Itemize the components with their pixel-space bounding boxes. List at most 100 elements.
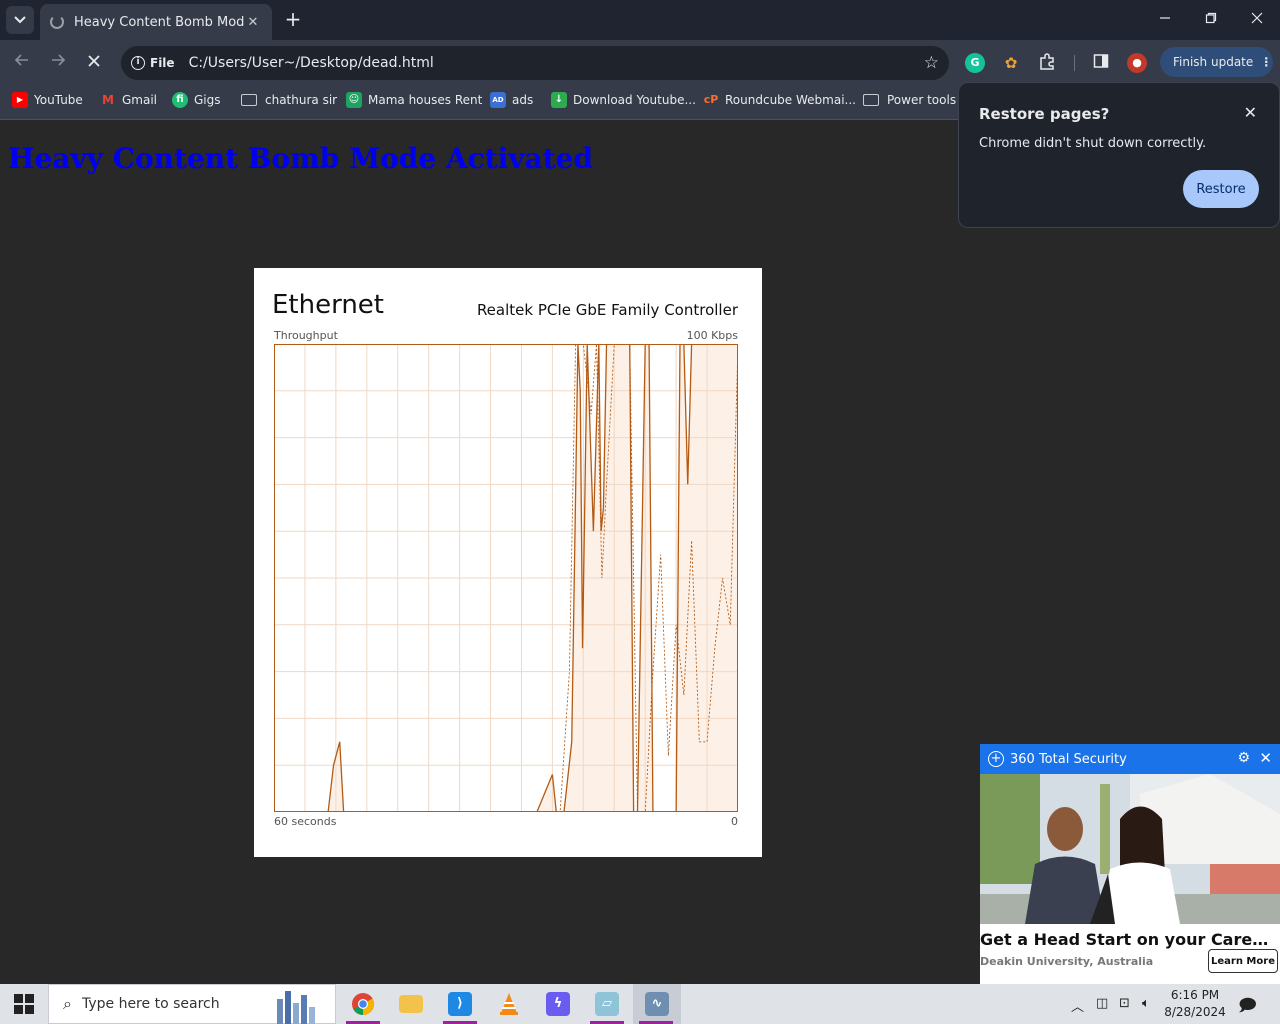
taskbar-app-gallery[interactable]: ▱ — [584, 984, 630, 1024]
info-icon: i — [131, 56, 145, 70]
close-icon[interactable]: ✕ — [1244, 103, 1257, 122]
back-button[interactable] — [10, 51, 34, 75]
learn-more-button[interactable]: Learn More — [1208, 949, 1278, 973]
kebab-menu-icon: ⋮ — [1260, 55, 1273, 69]
ad-photo — [980, 774, 1280, 924]
finish-update-label: Finish update — [1173, 55, 1254, 69]
meet-now-icon[interactable]: ◫ — [1096, 996, 1108, 1011]
search-icon: ⌕ — [63, 994, 72, 1013]
windows-taskbar: ⌕ Type here to search ⟩ ϟ ▱ ∿ ︿ ◫ ⊡ 🔈︎ 6… — [0, 984, 1280, 1024]
tab-title: Heavy Content Bomb Mode — [74, 14, 244, 30]
loading-spinner-icon — [50, 15, 64, 29]
bookmark-download-youtube[interactable]: ↓ Download Youtube... — [551, 86, 696, 114]
bookmark-gmail[interactable]: M Gmail — [100, 86, 157, 114]
chevron-up-icon[interactable]: ︿ — [1071, 996, 1084, 1015]
address-bar[interactable]: i File C:/Users/User~/Desktop/dead.html … — [121, 46, 949, 80]
bookmark-roundcube[interactable]: cP Roundcube Webmai... — [703, 86, 856, 114]
bookmark-folder-chathura[interactable]: chathura sir — [241, 86, 337, 114]
ethernet-title: Ethernet — [272, 290, 384, 320]
bookmark-gigs[interactable]: fi Gigs — [172, 86, 221, 114]
taskbar-file-explorer[interactable] — [388, 984, 434, 1024]
side-panel-icon — [1093, 54, 1109, 68]
url-scheme-label: File — [150, 56, 175, 70]
vlc-icon — [497, 992, 521, 1016]
bookmark-label: Roundcube Webmai... — [725, 93, 856, 107]
bookmark-mama-houses[interactable]: ☺ Mama houses Rent — [346, 86, 482, 114]
folder-icon — [399, 995, 423, 1013]
bookmark-star-icon[interactable]: ☆ — [924, 53, 939, 73]
skyline-icon — [277, 991, 315, 1024]
close-icon — [1251, 12, 1263, 24]
network-icon[interactable]: ⊡ — [1119, 996, 1130, 1011]
forward-button[interactable] — [46, 51, 70, 75]
windows-logo-icon — [14, 1005, 23, 1014]
max-scale-label: 100 Kbps — [686, 329, 738, 342]
task-manager-icon: ∿ — [645, 992, 669, 1016]
ad-headline[interactable]: Get a Head Start on your Career with... — [980, 930, 1280, 949]
plus-circle-icon: + — [988, 751, 1004, 767]
bookmark-label: Gigs — [194, 93, 221, 107]
windows-logo-icon — [25, 994, 34, 1003]
taskbar-vlc[interactable] — [486, 984, 532, 1024]
restore-pages-dialog: Restore pages? ✕ Chrome didn't shut down… — [958, 82, 1280, 228]
taskbar-chrome[interactable] — [340, 984, 386, 1024]
bookmark-label: ads — [512, 93, 534, 107]
browser-tab[interactable]: Heavy Content Bomb Mode ✕ — [40, 4, 272, 40]
finish-update-button[interactable]: Finish update ⋮ — [1160, 47, 1273, 77]
puzzle-icon[interactable] — [1037, 53, 1057, 73]
bookmark-label: Download Youtube... — [573, 93, 696, 107]
ad-popup: + 360 Total Security ⚙ ✕ Get a Head Star… — [980, 744, 1280, 984]
throughput-label: Throughput — [274, 329, 338, 342]
gear-icon[interactable]: ⚙ — [1237, 750, 1250, 766]
toolbar-divider — [1074, 55, 1075, 71]
restore-button[interactable]: Restore — [1183, 170, 1259, 208]
throughput-graph — [274, 344, 738, 812]
close-window-button[interactable] — [1242, 8, 1272, 32]
grammarly-icon[interactable]: G — [965, 53, 985, 73]
time-span-label: 60 seconds — [274, 815, 337, 828]
volume-icon[interactable]: 🔈︎ — [1142, 996, 1150, 1011]
taskbar-clock[interactable]: 6:16 PM 8/28/2024 — [1160, 987, 1230, 1021]
chevron-down-icon — [14, 16, 26, 24]
url-text[interactable]: C:/Users/User~/Desktop/dead.html — [189, 55, 924, 71]
taskbar-vscode[interactable]: ⟩ — [437, 984, 483, 1024]
adapter-name: Realtek PCIe GbE Family Controller — [476, 301, 738, 319]
start-button[interactable] — [14, 994, 34, 1014]
tab-search-button[interactable] — [6, 6, 34, 34]
taskbar-search-box[interactable]: ⌕ Type here to search — [48, 984, 336, 1024]
clock-time: 6:16 PM — [1170, 988, 1220, 1002]
restore-title: Restore pages? — [979, 105, 1110, 123]
ad-header: + 360 Total Security ⚙ ✕ — [980, 744, 1280, 774]
browser-toolbar: i File C:/Users/User~/Desktop/dead.html … — [0, 40, 1280, 86]
ad-image[interactable] — [980, 774, 1280, 924]
bookmark-folder-power-tools[interactable]: Power tools — [863, 86, 956, 114]
stop-loading-button[interactable] — [82, 51, 106, 75]
bookmark-youtube[interactable]: ▶ YouTube — [12, 86, 83, 114]
zero-label: 0 — [731, 815, 738, 828]
close-icon — [88, 55, 100, 67]
sidepanel-icon[interactable] — [1091, 53, 1111, 73]
new-tab-button[interactable]: + — [282, 8, 304, 32]
notifications-icon[interactable]: 🗩︎ — [1238, 993, 1257, 1022]
minimize-button[interactable] — [1150, 8, 1180, 32]
bookmark-label: Mama houses Rent — [368, 93, 483, 107]
cookie-icon[interactable]: ✿ — [1001, 53, 1021, 73]
restore-window-button[interactable] — [1196, 8, 1226, 32]
site-info-chip[interactable]: i File — [131, 56, 175, 70]
bookmark-ads[interactable]: AD ads — [490, 86, 533, 114]
chrome-icon — [351, 992, 375, 1016]
bookmark-label: chathura sir — [265, 93, 338, 107]
taskbar-app-bolt[interactable]: ϟ — [535, 984, 581, 1024]
page-heading: Heavy Content Bomb Mode Activated — [8, 142, 593, 175]
tab-close-icon[interactable]: ✕ — [244, 15, 262, 30]
windows-logo-icon — [25, 1005, 34, 1014]
clock-date: 8/28/2024 — [1164, 1005, 1226, 1019]
taskbar-task-manager[interactable]: ∿ — [633, 984, 681, 1024]
fiverr-icon: fi — [172, 92, 188, 108]
download-icon: ↓ — [551, 92, 567, 108]
ad-source: Deakin University, Australia — [980, 955, 1154, 968]
windows-logo-icon — [14, 994, 23, 1003]
extensions-puzzle-icon — [1040, 53, 1054, 70]
close-icon[interactable]: ✕ — [1259, 749, 1272, 767]
profile-avatar[interactable]: ● — [1127, 53, 1147, 73]
